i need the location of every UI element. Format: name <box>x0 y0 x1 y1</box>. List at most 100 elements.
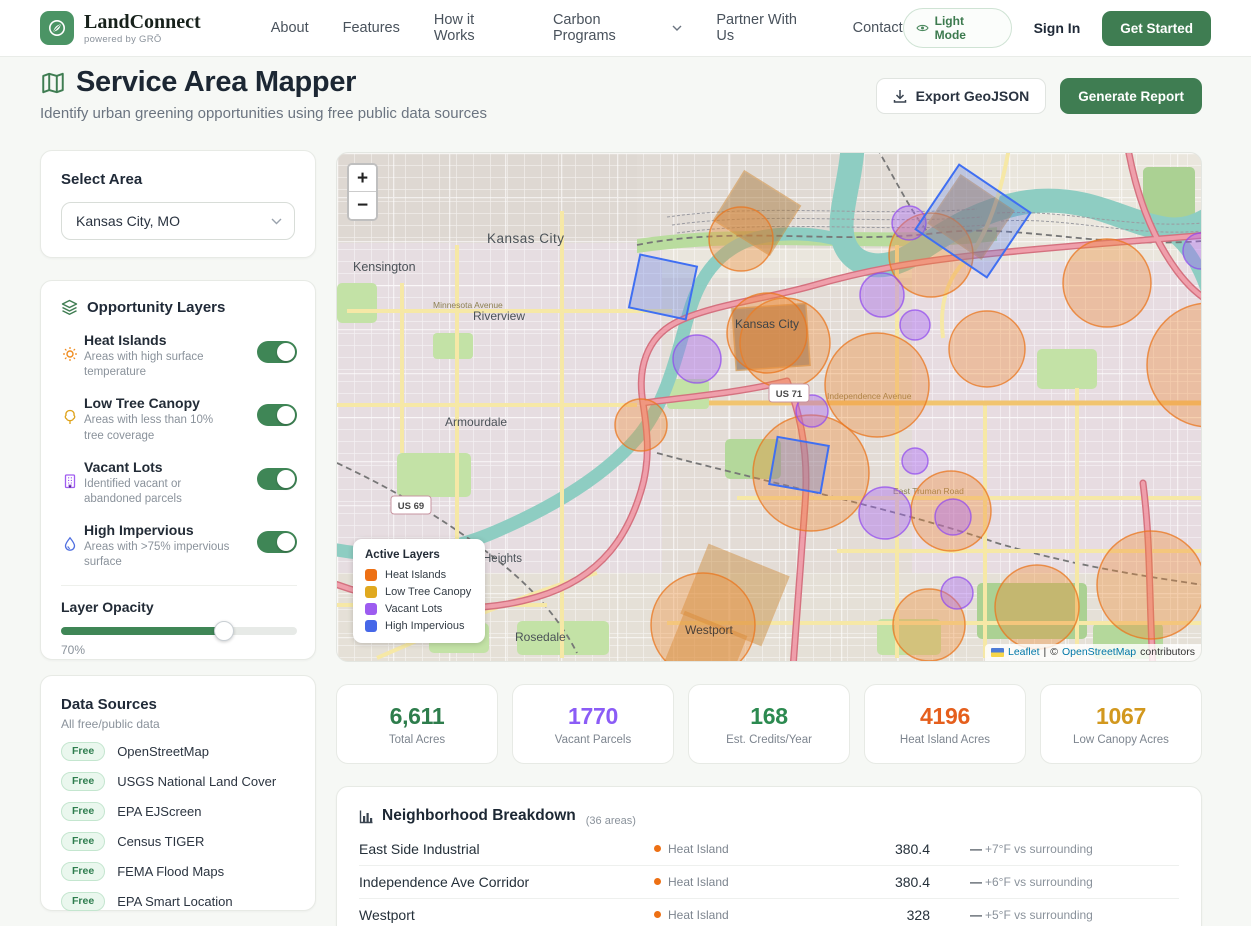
stat-label: Low Canopy Acres <box>1073 734 1169 746</box>
nav-about[interactable]: About <box>271 20 309 36</box>
select-area-panel: Select Area Kansas City, MO <box>40 150 316 258</box>
acres-value: 328 <box>839 907 934 923</box>
stat-value: 1067 <box>1096 703 1146 730</box>
breakdown-area-count: (36 areas) <box>586 815 636 827</box>
data-sources-subtitle: All free/public data <box>61 717 295 731</box>
heat-island-tag: Heat Island <box>654 908 839 922</box>
low-tree-canopy-toggle[interactable] <box>257 404 297 426</box>
tree-icon <box>61 409 79 425</box>
generate-report-button[interactable]: Generate Report <box>1060 78 1202 114</box>
source-name: EPA Smart Location <box>117 894 232 909</box>
nav-partner[interactable]: Partner With Us <box>716 12 818 44</box>
source-name: FEMA Flood Maps <box>117 864 224 879</box>
opportunity-layers-panel: Opportunity Layers Heat Islands Areas wi… <box>40 280 316 660</box>
low-tree-canopy-swatch <box>365 586 377 598</box>
ukraine-flag-icon <box>991 648 1004 657</box>
svg-text:Heights: Heights <box>483 553 522 565</box>
heat-islands-toggle[interactable] <box>257 341 297 363</box>
layer-name: High Impervious <box>84 522 251 538</box>
source-row: Free EPA EJScreen <box>61 802 295 821</box>
brand-logo[interactable]: LandConnect powered by GRŌ <box>40 11 201 45</box>
light-mode-toggle[interactable]: Light Mode <box>903 8 1012 48</box>
breakdown-row: Westport Heat Island 328 —+5°F vs surrou… <box>359 899 1179 926</box>
trend-dash-icon: — <box>970 842 982 856</box>
attribution-copyright: © <box>1050 646 1058 658</box>
export-geojson-label: Export GeoJSON <box>916 88 1030 104</box>
neighborhood-breakdown-panel: Neighborhood Breakdown (36 areas) East S… <box>336 786 1202 926</box>
slider-handle[interactable] <box>214 621 234 641</box>
source-row: Free USGS National Land Cover <box>61 772 295 791</box>
map-viewport[interactable]: Minnesota Avenue Independence Avenue Eas… <box>336 152 1202 662</box>
legend-item: Heat Islands <box>365 569 471 581</box>
legend-item: Vacant Lots <box>365 603 471 615</box>
svg-text:US 71: US 71 <box>776 389 803 400</box>
download-icon <box>893 89 907 104</box>
toggle-knob <box>277 533 295 551</box>
source-name: EPA EJScreen <box>117 804 201 819</box>
zoom-out-button[interactable]: − <box>349 192 376 219</box>
heat-island-dot-icon <box>654 845 661 852</box>
get-started-button[interactable]: Get Started <box>1102 11 1211 46</box>
main-nav: About Features How it Works Carbon Progr… <box>271 12 903 44</box>
layer-name: Low Tree Canopy <box>84 395 251 411</box>
nav-how-it-works[interactable]: How it Works <box>434 12 519 44</box>
stat-label: Heat Island Acres <box>900 734 990 746</box>
legend-label: High Impervious <box>385 620 464 632</box>
neighborhood-name: Westport <box>359 907 654 923</box>
layer-desc: Areas with >75% impervious surface <box>84 540 234 570</box>
layer-opacity-value: 70% <box>61 643 297 657</box>
vacant-lots-toggle[interactable] <box>257 468 297 490</box>
layer-desc: Areas with high surface temperature <box>84 350 234 380</box>
stat-value: 1770 <box>568 703 618 730</box>
layer-opacity-label: Layer Opacity <box>61 599 297 615</box>
page-title: Service Area Mapper <box>40 66 487 99</box>
us71-shield: US 71 <box>769 384 809 402</box>
heat-island-dot-icon <box>654 911 661 918</box>
data-sources-title: Data Sources <box>61 696 295 713</box>
heat-islands-swatch <box>365 569 377 581</box>
vacant-lots-swatch <box>365 603 377 615</box>
sign-in-link[interactable]: Sign In <box>1034 20 1081 36</box>
tag-label: Heat Island <box>668 875 729 889</box>
layers-icon <box>61 299 78 316</box>
droplet-icon <box>61 536 79 552</box>
breakdown-title: Neighborhood Breakdown <box>359 807 576 825</box>
nav-contact[interactable]: Contact <box>853 20 903 36</box>
brand-name: LandConnect <box>84 12 201 33</box>
nav-carbon-programs[interactable]: Carbon Programs <box>553 12 682 44</box>
nav-carbon-programs-label: Carbon Programs <box>553 12 667 44</box>
layer-desc: Identified vacant or abandoned parcels <box>84 477 234 507</box>
leaflet-link[interactable]: Leaflet <box>1008 646 1040 658</box>
zoom-in-button[interactable]: + <box>349 165 376 192</box>
stat-label: Total Acres <box>389 734 445 746</box>
delta-label: +5°F vs surrounding <box>985 908 1093 922</box>
active-layers-legend: Active Layers Heat Islands Low Tree Cano… <box>353 539 485 643</box>
breakdown-row: Independence Ave Corridor Heat Island 38… <box>359 866 1179 899</box>
trend-dash-icon: — <box>970 875 982 889</box>
light-mode-label: Light Mode <box>935 14 999 42</box>
openstreetmap-link[interactable]: OpenStreetMap <box>1062 646 1136 658</box>
source-row: Free Census TIGER <box>61 832 295 851</box>
area-select-value: Kansas City, MO <box>76 213 180 229</box>
toggle-knob <box>277 406 295 424</box>
tag-label: Heat Island <box>668 908 729 922</box>
page-title-text: Service Area Mapper <box>76 66 356 99</box>
temperature-delta: —+6°F vs surrounding <box>934 875 1179 889</box>
layer-row-high-impervious: High Impervious Areas with >75% impervio… <box>61 522 297 570</box>
layer-opacity-slider[interactable] <box>61 627 297 635</box>
free-badge: Free <box>61 862 105 881</box>
neighborhood-name: Independence Ave Corridor <box>359 874 654 890</box>
layer-name: Vacant Lots <box>84 459 251 475</box>
area-select[interactable]: Kansas City, MO <box>61 202 295 240</box>
nav-features[interactable]: Features <box>343 20 400 36</box>
high-impervious-swatch <box>365 620 377 632</box>
toggle-knob <box>277 343 295 361</box>
free-badge: Free <box>61 772 105 791</box>
high-impervious-toggle[interactable] <box>257 531 297 553</box>
svg-text:Rosedale: Rosedale <box>515 630 566 644</box>
layer-row-heat-islands: Heat Islands Areas with high surface tem… <box>61 332 297 380</box>
export-geojson-button[interactable]: Export GeoJSON <box>876 78 1047 114</box>
stat-heat-island-acres: 4196 Heat Island Acres <box>864 684 1026 764</box>
stat-credits-year: 168 Est. Credits/Year <box>688 684 850 764</box>
heat-island-tag: Heat Island <box>654 875 839 889</box>
